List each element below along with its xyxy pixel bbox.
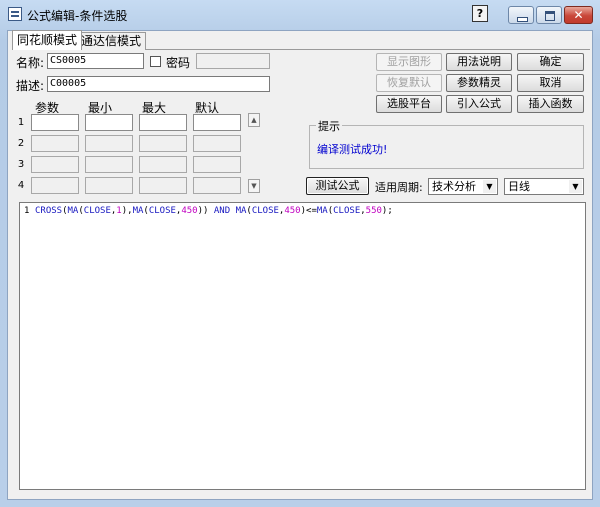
tab-tonghuashun-mode[interactable]: 同花顺模式 <box>12 30 83 50</box>
param-cell[interactable] <box>85 177 133 194</box>
param-cell[interactable] <box>193 156 241 173</box>
close-button[interactable]: ✕ <box>564 6 593 24</box>
param-cell[interactable] <box>31 156 79 173</box>
name-input[interactable]: CS0005 <box>47 53 144 69</box>
cancel-button[interactable]: 取消 <box>517 74 584 92</box>
chevron-down-icon[interactable]: ▼ <box>483 180 496 193</box>
insert-function-button[interactable]: 插入函数 <box>517 95 584 113</box>
password-input[interactable] <box>196 53 270 69</box>
param-row-number: 1 <box>17 117 25 128</box>
period-label: 适用周期: <box>375 181 423 194</box>
editor-line-number: 1 <box>24 206 30 216</box>
cycle-value: 日线 <box>508 180 530 193</box>
formula-editor[interactable] <box>19 202 586 490</box>
usage-button[interactable]: 用法说明 <box>446 53 512 71</box>
minimize-icon <box>509 7 533 23</box>
code-token: CLOSE <box>83 206 111 216</box>
code-token: )<= <box>300 206 317 216</box>
param-cell[interactable] <box>139 114 187 131</box>
param-wizard-button[interactable]: 参数精灵 <box>446 74 512 92</box>
description-input[interactable]: C00005 <box>47 76 270 92</box>
password-checkbox[interactable] <box>150 56 161 67</box>
minimize-button[interactable] <box>508 6 534 24</box>
param-cell[interactable] <box>193 114 241 131</box>
scroll-up-icon[interactable]: ▲ <box>248 113 260 127</box>
code-token: CLOSE <box>251 206 279 216</box>
param-cell[interactable] <box>85 114 133 131</box>
code-token: ); <box>381 206 393 216</box>
import-formula-button[interactable]: 引入公式 <box>446 95 512 113</box>
param-cell[interactable] <box>193 135 241 152</box>
param-cell[interactable] <box>139 156 187 173</box>
param-cell[interactable] <box>31 114 79 131</box>
code-token: ), <box>121 206 133 216</box>
code-token: 550 <box>365 206 382 216</box>
stock-platform-button[interactable]: 选股平台 <box>376 95 442 113</box>
window-title: 公式编辑-条件选股 <box>27 9 128 23</box>
code-token: CLOSE <box>148 206 176 216</box>
hint-message: 编译测试成功! <box>317 143 388 156</box>
analysis-type-value: 技术分析 <box>432 180 476 193</box>
code-token: )) <box>197 206 214 216</box>
param-row-number: 2 <box>17 138 25 149</box>
code-token: CLOSE <box>333 206 361 216</box>
code-token: MA <box>132 206 144 216</box>
scroll-down-icon[interactable]: ▼ <box>248 179 260 193</box>
restore-default-button[interactable]: 恢复默认 <box>376 74 442 92</box>
param-cell[interactable] <box>31 135 79 152</box>
param-cell[interactable] <box>31 177 79 194</box>
code-token: MA <box>67 206 79 216</box>
maximize-icon <box>537 7 561 23</box>
code-token: 450 <box>284 206 301 216</box>
help-button[interactable]: ? <box>472 5 488 22</box>
param-cell[interactable] <box>139 177 187 194</box>
description-label: 描述: <box>16 79 45 93</box>
param-cell[interactable] <box>193 177 241 194</box>
code-token: CROSS <box>35 206 63 216</box>
test-formula-button[interactable]: 测试公式 <box>306 177 369 195</box>
chevron-down-icon[interactable]: ▼ <box>569 180 582 193</box>
name-label: 名称: <box>16 56 45 70</box>
ok-button[interactable]: 确定 <box>517 53 584 71</box>
code-token: MA <box>235 206 247 216</box>
param-cell[interactable] <box>85 156 133 173</box>
code-token: MA <box>316 206 328 216</box>
tab-tongdaxin-mode[interactable]: 通达信模式 <box>76 32 147 50</box>
param-cell[interactable] <box>139 135 187 152</box>
maximize-button[interactable] <box>536 6 562 24</box>
hint-title: 提示 <box>316 118 342 134</box>
analysis-type-select[interactable]: 技术分析 ▼ <box>428 178 498 195</box>
param-row-number: 4 <box>17 180 25 191</box>
code-token: 450 <box>181 206 198 216</box>
param-row-number: 3 <box>17 159 25 170</box>
param-cell[interactable] <box>85 135 133 152</box>
close-icon: ✕ <box>573 8 584 22</box>
app-icon <box>8 7 22 21</box>
code-token: AND <box>213 206 231 216</box>
formula-code[interactable]: CROSS(MA(CLOSE,1),MA(CLOSE,450)) AND MA(… <box>35 206 393 216</box>
show-graph-button[interactable]: 显示图形 <box>376 53 442 71</box>
password-label: 密码 <box>166 56 191 70</box>
cycle-select[interactable]: 日线 ▼ <box>504 178 584 195</box>
